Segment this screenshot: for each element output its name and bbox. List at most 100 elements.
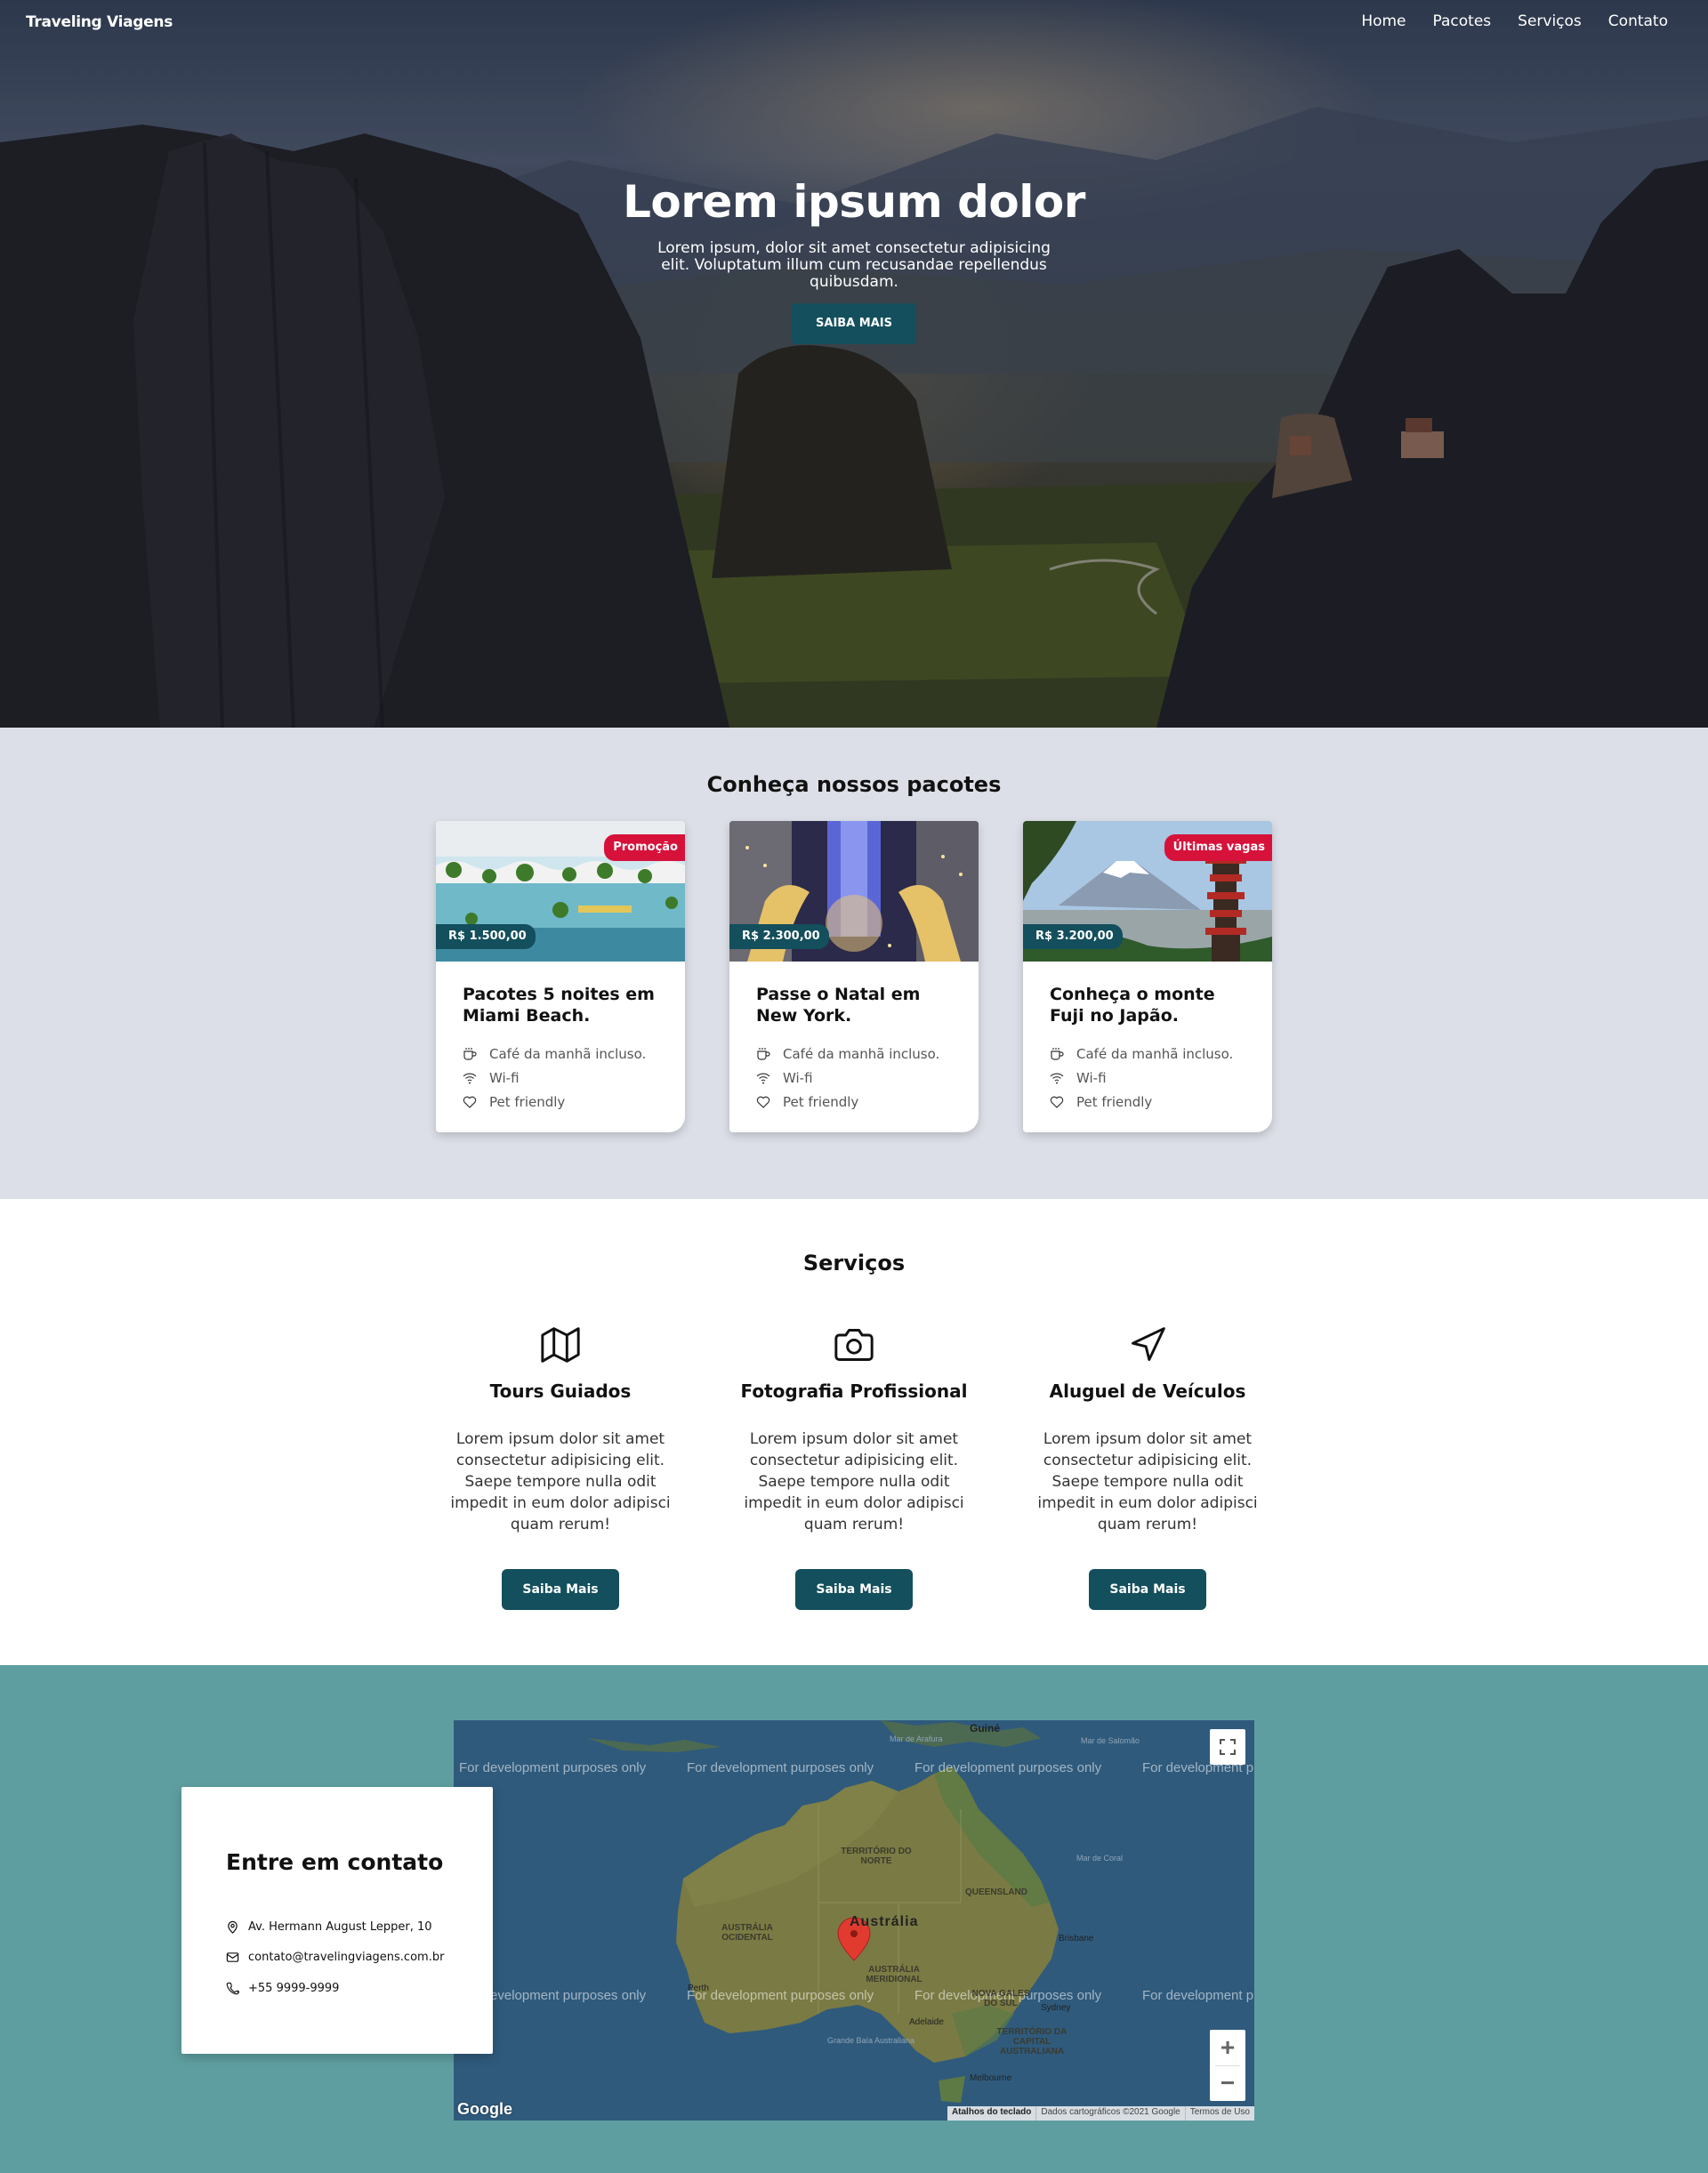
map-region-label: NOVA GALES DO SUL — [971, 1989, 1030, 2008]
feature-coffee: Café da manhã incluso. — [756, 1046, 939, 1062]
map-city-label: Perth — [688, 1984, 709, 1993]
feature-label: Pet friendly — [1076, 1094, 1153, 1110]
service-title: Aluguel de Veículos — [1049, 1380, 1246, 1402]
map-region-label: AUSTRÁLIA OCIDENTAL — [721, 1923, 773, 1943]
package-card-fuji[interactable]: Últimas vagas R$ 3.200,00 Conheça o mont… — [1023, 821, 1272, 1132]
google-map[interactable]: For development purposes only For develo… — [454, 1720, 1254, 2121]
heart-icon — [1050, 1096, 1064, 1108]
fullscreen-icon — [1220, 1739, 1236, 1755]
map-place-guine: Guiné — [970, 1722, 1001, 1734]
map-region-label: QUEENSLAND — [964, 1887, 1027, 1897]
map-place-coral: Mar de Coral — [1076, 1854, 1124, 1863]
feature-wifi: Wi-fi — [463, 1070, 520, 1086]
feature-label: Café da manhã incluso. — [1076, 1046, 1234, 1062]
service-more-button[interactable]: Saiba Mais — [502, 1569, 619, 1610]
packages-title: Conheça nossos pacotes — [706, 772, 1002, 797]
package-card-miami[interactable]: Promoção R$ 1.500,00 Pacotes 5 noites em… — [436, 821, 685, 1132]
feature-label: Pet friendly — [489, 1094, 566, 1110]
nav-link-home[interactable]: Home — [1361, 12, 1406, 30]
feature-wifi: Wi-fi — [756, 1070, 813, 1086]
dev-notice: For development purposes only — [914, 1760, 1102, 1775]
service-fotografia: Fotografia Profissional Lorem ipsum dolo… — [725, 1325, 983, 1610]
package-title: Conheça o monte Fuji no Japão. — [1050, 985, 1215, 1026]
services-section: Serviços Tours Guiados Lorem ipsum dolor… — [0, 1199, 1708, 1665]
hero-overlay — [0, 0, 1708, 728]
navigation-icon — [1132, 1327, 1165, 1361]
service-veiculos: Aluguel de Veículos Lorem ipsum dolor si… — [1019, 1325, 1277, 1610]
feature-pet: Pet friendly — [463, 1094, 565, 1110]
hero-cta-button[interactable]: SAIBA MAIS — [792, 303, 916, 344]
map-region-label: AUSTRÁLIA MERIDIONAL — [866, 1965, 922, 1984]
feature-label: Pet friendly — [783, 1094, 859, 1110]
map-region-label: TERRITÓRIO DO NORTE — [841, 1847, 912, 1866]
feature-wifi: Wi-fi — [1050, 1070, 1107, 1086]
map-region-label: TERRITÓRIO DA CAPITAL AUSTRALIANA — [996, 2027, 1068, 2056]
keyboard-shortcuts-link[interactable]: Atalhos do teclado — [947, 2106, 1035, 2121]
map-place-arafura: Mar de Arafura — [890, 1734, 943, 1743]
nav-link-pacotes[interactable]: Pacotes — [1433, 12, 1492, 30]
phone-text[interactable]: +55 9999-9999 — [248, 1982, 339, 1995]
fullscreen-button[interactable] — [1210, 1729, 1245, 1765]
hero-section: Traveling Viagens Home Pacotes Serviços … — [0, 0, 1708, 728]
service-more-button[interactable]: Saiba Mais — [1089, 1569, 1206, 1610]
map-city-label: Brisbane — [1059, 1934, 1094, 1944]
map-icon — [541, 1327, 580, 1363]
service-description: Lorem ipsum dolor sit amet consectetur a… — [744, 1430, 964, 1533]
contact-card: Entre em contato Av. Hermann August Lepp… — [181, 1787, 493, 2054]
map-pin-icon — [228, 1920, 238, 1934]
hero-title: Lorem ipsum dolor — [623, 176, 1085, 228]
price-tag: R$ 1.500,00 — [436, 924, 536, 949]
dev-notice: For development purposes only — [687, 1988, 874, 2003]
phone-icon — [226, 1982, 239, 1995]
dev-notice: For development purposes only — [1142, 1988, 1254, 2003]
service-title: Fotografia Profissional — [740, 1380, 968, 1402]
service-tours: Tours Guiados Lorem ipsum dolor sit amet… — [431, 1325, 689, 1610]
coffee-icon — [1051, 1048, 1064, 1060]
map-city-label: Sydney — [1041, 2003, 1071, 2013]
zoom-in-button[interactable]: + — [1210, 2030, 1245, 2065]
camera-icon — [834, 1329, 874, 1361]
feature-label: Wi-fi — [1076, 1070, 1107, 1086]
contact-email: contato@travelingviagens.com.br — [226, 1951, 444, 1964]
heart-icon — [463, 1096, 477, 1108]
wifi-icon — [463, 1073, 477, 1084]
map-city-label: Melbourne — [970, 2073, 1012, 2083]
nav-link-servicos[interactable]: Serviços — [1518, 12, 1582, 30]
package-card-new-york[interactable]: R$ 2.300,00 Passe o Natal em New York. C… — [729, 821, 979, 1132]
map-city-label: Adelaide — [909, 2017, 944, 2027]
google-logo[interactable]: Google — [457, 2100, 512, 2119]
package-image-miami: Promoção R$ 1.500,00 — [436, 821, 685, 962]
terms-link[interactable]: Termos de Uso — [1184, 2106, 1254, 2121]
dev-notice: For development purposes only — [687, 1760, 874, 1775]
email-text[interactable]: contato@travelingviagens.com.br — [248, 1951, 444, 1964]
feature-coffee: Café da manhã incluso. — [463, 1046, 646, 1062]
map-country-label: Austrália — [850, 1914, 919, 1929]
map-data-credit: Dados cartográficos ©2021 Google — [1035, 2106, 1184, 2121]
zoom-controls: + − — [1210, 2030, 1245, 2101]
hero-content: Lorem ipsum dolor Lorem ipsum, dolor sit… — [587, 176, 1121, 344]
address-text: Av. Hermann August Lepper, 10 — [248, 1920, 432, 1934]
feature-label: Café da manhã incluso. — [489, 1046, 647, 1062]
contact-address: Av. Hermann August Lepper, 10 — [226, 1920, 432, 1934]
wifi-icon — [1050, 1073, 1064, 1084]
wifi-icon — [756, 1073, 770, 1084]
feature-label: Wi-fi — [783, 1070, 813, 1086]
nav-link-contato[interactable]: Contato — [1608, 12, 1668, 30]
price-tag: R$ 2.300,00 — [729, 924, 829, 949]
feature-pet: Pet friendly — [756, 1094, 858, 1110]
brand-logo[interactable]: Traveling Viagens — [26, 13, 173, 31]
feature-label: Wi-fi — [489, 1070, 520, 1086]
heart-icon — [756, 1096, 770, 1108]
mail-icon — [226, 1952, 239, 1962]
map-place-baia: Grande Baía Australiana — [827, 2036, 915, 2045]
main-nav: Home Pacotes Serviços Contato — [1361, 12, 1668, 30]
map-place-salomao: Mar de Salomão — [1081, 1736, 1140, 1745]
zoom-out-button[interactable]: − — [1210, 2065, 1245, 2101]
feature-label: Café da manhã incluso. — [783, 1046, 940, 1062]
package-title: Pacotes 5 noites em Miami Beach. — [463, 985, 655, 1026]
service-description: Lorem ipsum dolor sit amet consectetur a… — [1037, 1430, 1258, 1533]
package-image-fuji: Últimas vagas R$ 3.200,00 — [1023, 821, 1272, 962]
feature-coffee: Café da manhã incluso. — [1050, 1046, 1233, 1062]
package-title: Passe o Natal em New York. — [756, 985, 921, 1026]
service-more-button[interactable]: Saiba Mais — [795, 1569, 913, 1610]
